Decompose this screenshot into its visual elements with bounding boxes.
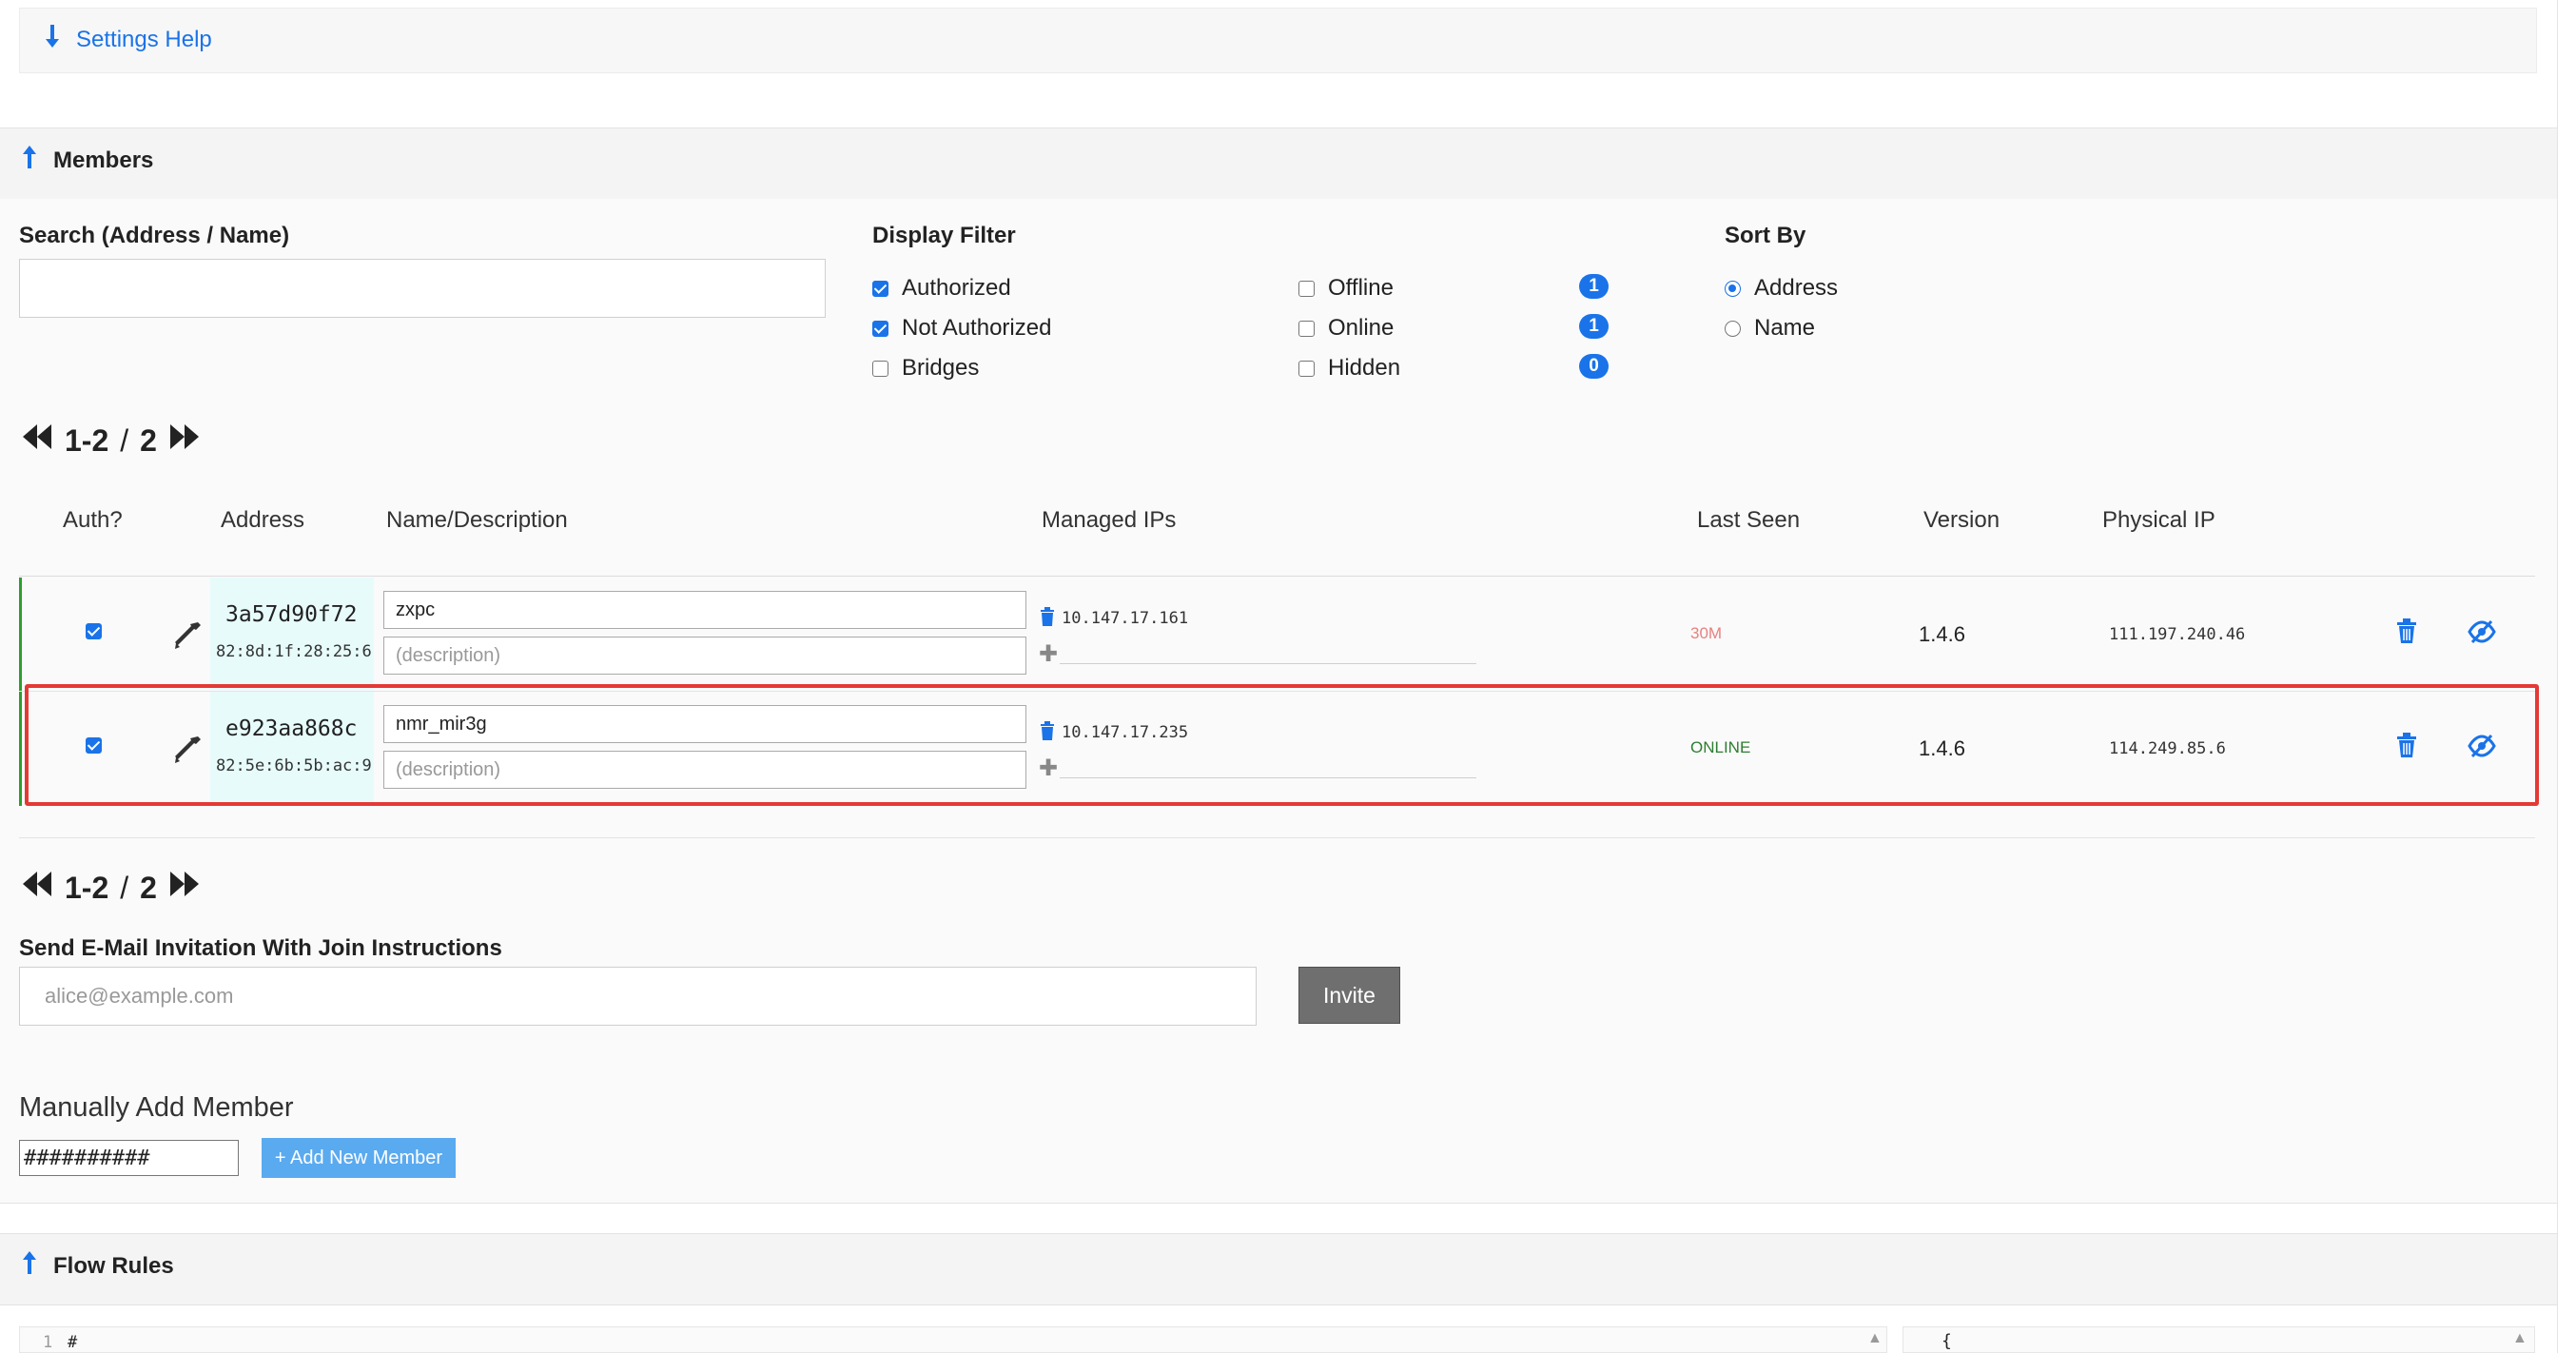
member-address: 3a57d90f72 [225,602,358,627]
filter-bridges-label: Bridges [902,355,980,381]
invite-button[interactable]: Invite [1298,967,1400,1024]
filter-authorized[interactable]: Authorized [872,275,1011,302]
add-ip-icon[interactable]: ✚ [1039,640,1058,668]
sort-address-label: Address [1754,275,1839,301]
sort-name-radio[interactable] [1725,320,1741,337]
filter-not-authorized-label: Not Authorized [902,315,1052,341]
online-count-badge: 1 [1579,314,1609,339]
search-input[interactable] [19,259,826,318]
managed-ip: 10.147.17.161 [1062,609,1189,628]
last-seen: 30M [1690,624,1723,642]
compiled-text: { [1942,1331,1952,1351]
first-page-icon[interactable] [21,870,53,906]
arrow-up-icon [21,145,38,176]
member-name-input[interactable]: zxpc [383,591,1026,629]
filter-offline-checkbox[interactable] [1298,280,1315,297]
member-version: 1.4.6 [1919,622,1965,646]
pager-total: 2 [140,422,157,458]
manual-add-label: Manually Add Member [19,1092,294,1123]
pager-range: 1-2 [65,870,109,905]
filter-online[interactable]: Online [1298,315,1394,342]
auth-checkbox[interactable] [86,623,102,639]
members-section-toggle[interactable]: Members [21,145,153,176]
filter-bridges-checkbox[interactable] [872,360,888,377]
search-label: Search (Address / Name) [19,223,290,248]
column-header-address: Address [221,507,305,533]
pager-total: 2 [140,870,157,905]
first-page-icon[interactable] [21,422,53,459]
highlight-box [25,684,2539,806]
physical-ip: 111.197.240.46 [2109,625,2246,644]
sort-address-radio[interactable] [1725,280,1741,297]
filter-authorized-label: Authorized [902,275,1011,301]
pager-top: 1-2 / 2 [21,422,201,459]
remove-ip-icon[interactable] [1040,606,1055,632]
last-page-icon[interactable] [168,870,201,906]
scroll-up-icon[interactable]: ▲ [1867,1330,1883,1347]
filter-offline-label: Offline [1328,275,1394,301]
filter-not-authorized-checkbox[interactable] [872,320,888,337]
sort-address-option[interactable]: Address [1725,275,1838,302]
address-cell: 3a57d90f72 82:8d:1f:28:25:6 [210,578,374,690]
members-title: Members [53,147,154,173]
last-page-icon[interactable] [168,422,201,459]
column-header-last-seen: Last Seen [1697,507,1801,533]
column-header-auth: Auth? [63,507,123,533]
display-filter-label: Display Filter [872,223,1016,248]
wrench-icon[interactable] [171,619,204,657]
invite-label: Send E-Mail Invitation With Join Instruc… [19,935,502,961]
sort-name-label: Name [1754,315,1816,341]
compiled-rules-view: { ▲ [1903,1326,2535,1353]
filter-authorized-checkbox[interactable] [872,280,888,297]
table-bottom-divider [19,837,2535,838]
flow-rules-title: Flow Rules [53,1252,174,1279]
filter-offline[interactable]: Offline [1298,275,1394,302]
manual-member-id-input[interactable]: ########## [19,1140,239,1176]
flow-rules-section-header[interactable] [0,1233,2557,1305]
arrow-down-icon [44,24,61,55]
member-description-input[interactable]: (description) [383,637,1026,675]
offline-count-badge: 1 [1579,274,1609,299]
pager-range: 1-2 [65,422,109,458]
pager-bottom: 1-2 / 2 [21,870,201,906]
filter-online-label: Online [1328,315,1395,341]
filter-not-authorized[interactable]: Not Authorized [872,315,1051,342]
hide-eye-icon[interactable] [2468,619,2496,649]
flow-rules-toggle[interactable]: Flow Rules [21,1250,174,1282]
pager-separator: / [120,422,129,458]
invite-email-input[interactable]: alice@example.com [19,967,1257,1026]
table-row: 3a57d90f72 82:8d:1f:28:25:6 zxpc (descri… [19,578,2535,692]
settings-help-panel [19,8,2537,73]
filter-hidden-label: Hidden [1328,355,1401,381]
settings-help-label: Settings Help [76,26,212,52]
member-mac: 82:8d:1f:28:25:6 [216,642,372,661]
settings-help-link[interactable]: Settings Help [44,24,212,55]
filter-bridges[interactable]: Bridges [872,355,979,382]
scroll-up-icon[interactable]: ▲ [2512,1330,2527,1347]
filter-hidden[interactable]: Hidden [1298,355,1400,382]
column-header-name: Name/Description [386,507,568,533]
filter-online-checkbox[interactable] [1298,320,1315,337]
flow-rules-editor[interactable]: 1 # ▲ [19,1326,1887,1353]
column-header-managed-ips: Managed IPs [1042,507,1177,533]
column-header-version: Version [1923,507,2000,533]
sort-name-option[interactable]: Name [1725,315,1815,342]
page-right-border [2557,0,2558,1353]
arrow-up-icon [21,1250,38,1282]
trash-icon[interactable] [2396,618,2417,649]
add-member-button[interactable]: + Add New Member [262,1138,456,1178]
table-header-divider [19,576,2535,577]
filter-hidden-checkbox[interactable] [1298,360,1315,377]
column-header-physical-ip: Physical IP [2102,507,2215,533]
sort-by-label: Sort By [1725,223,1806,248]
pager-separator: / [120,870,129,905]
hidden-count-badge: 0 [1579,354,1609,379]
members-section-header[interactable] [0,127,2557,200]
editor-text: # [68,1333,78,1352]
add-ip-input[interactable] [1060,663,1476,664]
line-number: 1 [43,1333,53,1352]
